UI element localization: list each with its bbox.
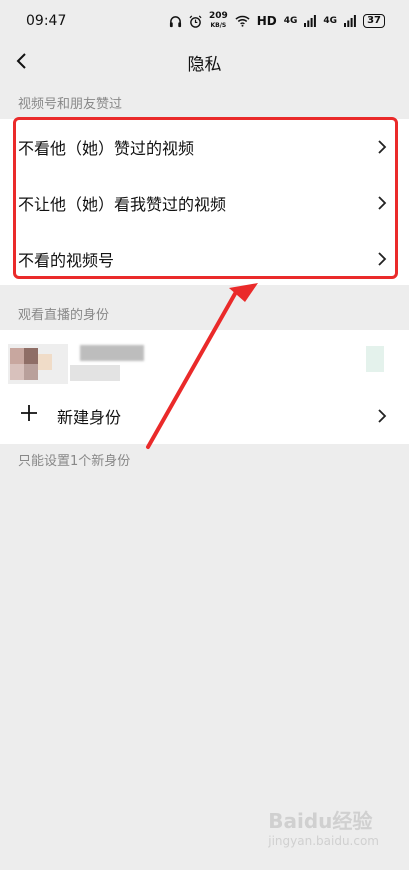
chevron-right-icon <box>378 196 387 210</box>
row-label: 不看的视频号 <box>18 251 115 270</box>
signal-4g-2: 4G <box>323 15 338 26</box>
signal-bars-icon <box>344 15 356 27</box>
row-blocked-channels[interactable]: 不看的视频号 <box>0 231 409 287</box>
hd-indicator: HD <box>256 14 277 28</box>
new-identity-label: 新建身份 <box>57 408 122 427</box>
page-title: 隐私 <box>187 55 222 75</box>
status-icons: 209 KB/S HD 4G 4G 37 <box>169 12 385 30</box>
likes-settings-group: 不看他（她）赞过的视频 不让他（她）看我赞过的视频 不看的视频号 <box>0 119 409 285</box>
chevron-right-icon <box>378 409 387 423</box>
alarm-clock-icon <box>189 15 202 28</box>
identity-thumbnail-blurred <box>366 346 384 372</box>
row-label: 不看他（她）赞过的视频 <box>18 139 195 158</box>
network-speed-unit: KB/S <box>210 22 227 29</box>
headphones-icon <box>169 15 182 27</box>
row-hide-their-likes[interactable]: 不看他（她）赞过的视频 <box>0 119 409 175</box>
chevron-right-icon <box>378 252 387 266</box>
signal-4g-1: 4G <box>283 15 298 26</box>
chevron-right-icon <box>378 140 387 154</box>
identity-name-blurred <box>80 345 144 361</box>
network-speed-value: 209 <box>208 11 228 21</box>
row-label: 不让他（她）看我赞过的视频 <box>18 195 227 214</box>
status-bar: 09:47 209 KB/S HD 4G 4G 37 <box>0 0 409 42</box>
baidu-watermark: Baidu经验 jingyan.baidu.com <box>268 805 379 848</box>
section-label-likes: 视频号和朋友赞过 <box>18 97 123 112</box>
wifi-icon <box>235 15 250 27</box>
identity-limit-note: 只能设置1个新身份 <box>18 454 131 469</box>
row-hide-my-likes[interactable]: 不让他（她）看我赞过的视频 <box>0 175 409 231</box>
network-speed: 209 KB/S <box>209 12 228 30</box>
new-identity-row[interactable]: 新建身份 <box>0 388 409 444</box>
signal-bars-icon <box>304 15 317 27</box>
nav-bar: 隐私 <box>0 42 409 80</box>
section-label-live-identity: 观看直播的身份 <box>18 308 110 323</box>
battery-indicator: 37 <box>363 14 385 28</box>
identity-detail-blurred <box>70 365 120 381</box>
plus-icon <box>21 405 37 421</box>
avatar <box>8 344 68 384</box>
watermark-sub: jingyan.baidu.com <box>268 834 379 848</box>
status-time: 09:47 <box>26 13 67 29</box>
watermark-text: Baidu经验 <box>268 809 373 833</box>
